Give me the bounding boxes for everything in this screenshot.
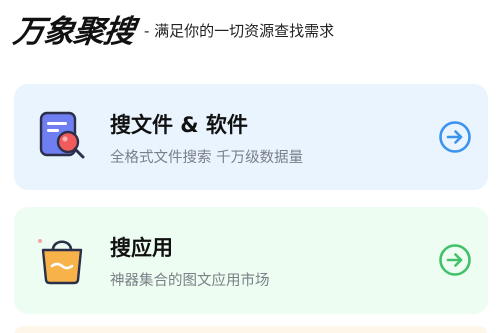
app-screen: 万象聚搜 - 满足你的一切资源查找需求 搜文件 & 软件 全格式文件搜索 千万级… [0, 0, 500, 333]
document-search-icon [39, 111, 85, 159]
card-subtitle: 神器集合的图文应用市场 [110, 273, 270, 289]
card-subtitle: 全格式文件搜索 千万级数据量 [110, 150, 304, 166]
header: 万象聚搜 - 满足你的一切资源查找需求 [10, 6, 335, 50]
brand-logo-text: 万象聚搜 [10, 13, 137, 50]
tagline: - 满足你的一切资源查找需求 [144, 22, 335, 40]
arrow-right-circle-icon[interactable] [438, 243, 472, 277]
search-apps-card[interactable]: 搜应用 神器集合的图文应用市场 [14, 207, 488, 314]
shopping-bag-icon [38, 239, 83, 285]
search-files-card[interactable]: 搜文件 & 软件 全格式文件搜索 千万级数据量 [14, 84, 488, 190]
card-title: 搜文件 & 软件 [110, 113, 248, 137]
next-card-partial[interactable] [14, 326, 488, 333]
arrow-right-circle-icon[interactable] [438, 120, 472, 154]
card-title: 搜应用 [110, 236, 173, 260]
